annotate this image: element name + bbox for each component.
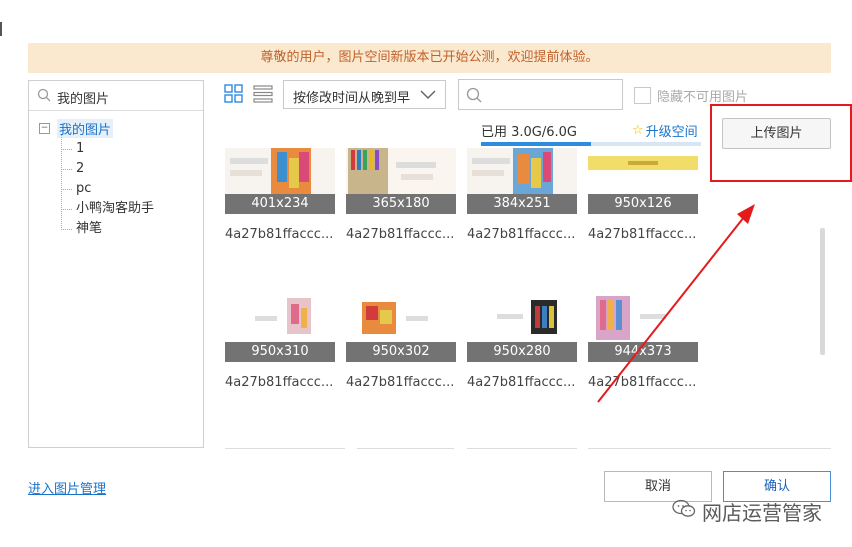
image-picker-dialog: 尊敬的用户，图片空间新版本已开始公测，欢迎提前体验。 我的图片 − 我的图片 1… xyxy=(0,0,852,547)
annotation-arrow xyxy=(597,204,755,403)
watermark: 网店运营管家 xyxy=(672,497,822,526)
wechat-icon xyxy=(672,499,696,524)
image-management-link[interactable]: 进入图片管理 xyxy=(28,478,106,497)
watermark-text: 网店运营管家 xyxy=(702,501,822,525)
